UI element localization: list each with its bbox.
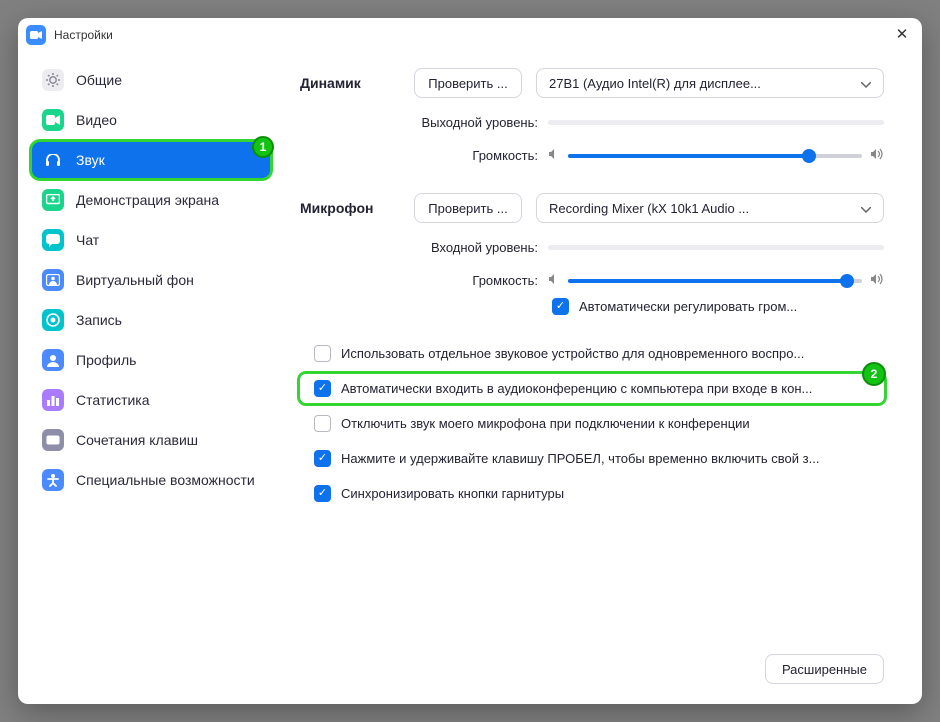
speaker-row: Динамик Проверить ... 27B1 (Аудио Intel(… bbox=[300, 68, 884, 98]
option-text: Использовать отдельное звуковое устройст… bbox=[341, 346, 884, 361]
mic-input-row: Входной уровень: bbox=[300, 239, 884, 255]
sidebar-item-label: Общие bbox=[76, 72, 122, 88]
speaker-low-icon bbox=[548, 273, 560, 288]
speaker-device-select[interactable]: 27B1 (Аудио Intel(R) для дисплее... bbox=[536, 68, 884, 98]
speaker-label: Динамик bbox=[300, 75, 400, 91]
speaker-high-icon bbox=[870, 148, 884, 163]
sidebar-item-label: Звук bbox=[76, 152, 105, 168]
sidebar-item-record[interactable]: Запись bbox=[32, 302, 270, 338]
advanced-button[interactable]: Расширенные bbox=[765, 654, 884, 684]
sidebar-item-label: Профиль bbox=[76, 352, 136, 368]
highlight-badge: 1 bbox=[252, 136, 274, 158]
options-block: Использовать отдельное звуковое устройст… bbox=[300, 339, 884, 508]
sidebar-item-label: Виртуальный фон bbox=[76, 272, 194, 288]
sidebar-item-bg[interactable]: Виртуальный фон bbox=[32, 262, 270, 298]
keyboard-icon bbox=[42, 429, 64, 451]
sidebar-item-keyboard[interactable]: Сочетания клавиш bbox=[32, 422, 270, 458]
profile-icon bbox=[42, 349, 64, 371]
mic-volume-slider[interactable] bbox=[568, 279, 862, 283]
sidebar-item-label: Чат bbox=[76, 232, 99, 248]
content: Динамик Проверить ... 27B1 (Аудио Intel(… bbox=[280, 52, 922, 704]
stats-icon bbox=[42, 389, 64, 411]
sidebar-item-share[interactable]: Демонстрация экрана bbox=[32, 182, 270, 218]
option-row-4: Синхронизировать кнопки гарнитуры bbox=[300, 479, 884, 508]
speaker-volume-thumb[interactable] bbox=[802, 149, 816, 163]
bg-icon bbox=[42, 269, 64, 291]
mic-device-text: Recording Mixer (kX 10k1 Audio ... bbox=[549, 201, 853, 216]
access-icon bbox=[42, 469, 64, 491]
option-row-2: Отключить звук моего микрофона при подкл… bbox=[300, 409, 884, 438]
mic-device-select[interactable]: Recording Mixer (kX 10k1 Audio ... bbox=[536, 193, 884, 223]
speaker-output-meter bbox=[548, 114, 884, 130]
sidebar-item-label: Специальные возможности bbox=[76, 472, 255, 488]
speaker-low-icon bbox=[548, 148, 560, 163]
option-text: Отключить звук моего микрофона при подкл… bbox=[341, 416, 884, 431]
option-text: Синхронизировать кнопки гарнитуры bbox=[341, 486, 884, 501]
option-text: Нажмите и удерживайте клавишу ПРОБЕЛ, чт… bbox=[341, 451, 884, 466]
sidebar-item-label: Видео bbox=[76, 112, 117, 128]
option-checkbox-1[interactable] bbox=[314, 380, 331, 397]
sidebar-item-access[interactable]: Специальные возможности bbox=[32, 462, 270, 498]
speaker-test-button[interactable]: Проверить ... bbox=[414, 68, 522, 98]
mic-label: Микрофон bbox=[300, 200, 400, 216]
share-icon bbox=[42, 189, 64, 211]
sidebar-item-label: Статистика bbox=[76, 392, 150, 408]
sidebar-item-label: Сочетания клавиш bbox=[76, 432, 198, 448]
mic-auto-label: Автоматически регулировать гром... bbox=[579, 299, 797, 314]
mic-row: Микрофон Проверить ... Recording Mixer (… bbox=[300, 193, 884, 223]
speaker-volume-label: Громкость: bbox=[300, 148, 538, 163]
sidebar-item-profile[interactable]: Профиль bbox=[32, 342, 270, 378]
mic-auto-row: Автоматически регулировать гром... bbox=[552, 298, 884, 315]
chevron-down-icon bbox=[861, 76, 871, 91]
speaker-output-label: Выходной уровень: bbox=[300, 115, 538, 130]
sidebar-item-camera[interactable]: Видео bbox=[32, 102, 270, 138]
footer: Расширенные bbox=[300, 654, 884, 684]
sidebar: ОбщиеВидеоЗвук1Демонстрация экранаЧатВир… bbox=[18, 52, 280, 704]
titlebar: Настройки ✕ bbox=[18, 18, 922, 52]
mic-volume-thumb[interactable] bbox=[840, 274, 854, 288]
sidebar-item-headphones[interactable]: Звук1 bbox=[32, 142, 270, 178]
mic-volume-row: Громкость: bbox=[300, 273, 884, 288]
speaker-device-text: 27B1 (Аудио Intel(R) для дисплее... bbox=[549, 76, 853, 91]
option-checkbox-3[interactable] bbox=[314, 450, 331, 467]
option-checkbox-4[interactable] bbox=[314, 485, 331, 502]
option-row-3: Нажмите и удерживайте клавишу ПРОБЕЛ, чт… bbox=[300, 444, 884, 473]
speaker-high-icon bbox=[870, 273, 884, 288]
mic-test-button[interactable]: Проверить ... bbox=[414, 193, 522, 223]
sidebar-item-stats[interactable]: Статистика bbox=[32, 382, 270, 418]
record-icon bbox=[42, 309, 64, 331]
headphones-icon bbox=[42, 149, 64, 171]
sidebar-item-label: Запись bbox=[76, 312, 122, 328]
highlight-badge: 2 bbox=[862, 362, 886, 386]
app-icon bbox=[26, 25, 46, 45]
sidebar-item-gear[interactable]: Общие bbox=[32, 62, 270, 98]
window-title: Настройки bbox=[54, 28, 113, 42]
chat-icon bbox=[42, 229, 64, 251]
mic-volume-label: Громкость: bbox=[300, 273, 538, 288]
sidebar-item-chat[interactable]: Чат bbox=[32, 222, 270, 258]
sidebar-item-label: Демонстрация экрана bbox=[76, 192, 219, 208]
option-row-0: Использовать отдельное звуковое устройст… bbox=[300, 339, 884, 368]
chevron-down-icon bbox=[861, 201, 871, 216]
speaker-output-row: Выходной уровень: bbox=[300, 114, 884, 130]
speaker-volume-slider[interactable] bbox=[568, 154, 862, 158]
option-checkbox-0[interactable] bbox=[314, 345, 331, 362]
option-text: Автоматически входить в аудиоконференцию… bbox=[341, 381, 876, 396]
speaker-volume-row: Громкость: bbox=[300, 148, 884, 163]
close-icon[interactable]: ✕ bbox=[892, 25, 912, 45]
option-checkbox-2[interactable] bbox=[314, 415, 331, 432]
gear-icon bbox=[42, 69, 64, 91]
option-row-1: Автоматически входить в аудиоконференцию… bbox=[300, 374, 884, 403]
settings-window: Настройки ✕ ОбщиеВидеоЗвук1Демонстрация … bbox=[18, 18, 922, 704]
mic-input-label: Входной уровень: bbox=[300, 240, 538, 255]
body: ОбщиеВидеоЗвук1Демонстрация экранаЧатВир… bbox=[18, 52, 922, 704]
mic-auto-checkbox[interactable] bbox=[552, 298, 569, 315]
mic-input-meter bbox=[548, 239, 884, 255]
camera-icon bbox=[42, 109, 64, 131]
